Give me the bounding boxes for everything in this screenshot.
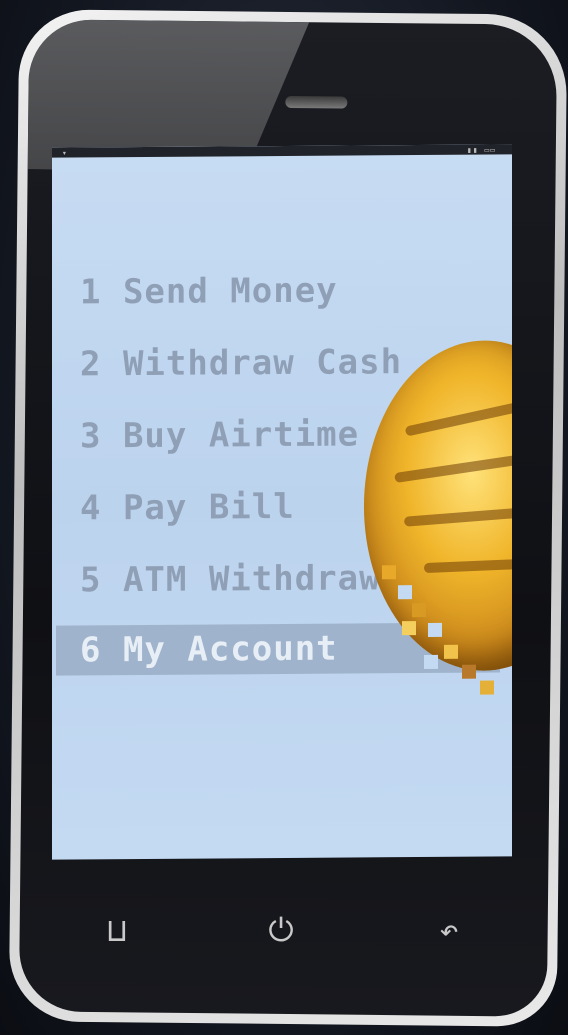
pixel-fragment <box>480 680 494 695</box>
menu-item-send-money[interactable]: 1 Send Money <box>80 266 338 318</box>
back-button[interactable]: ↶ <box>424 905 474 955</box>
menu-icon: ⊔ <box>107 911 127 949</box>
signal-icon: ▾ <box>62 148 67 158</box>
menu-item-buy-airtime[interactable]: 3 Buy Airtime <box>80 409 359 461</box>
coin-detail <box>403 504 512 527</box>
phone-screen: ▾ ▮▮ ▭▭ 1 Send Money 2 Withdraw Cash 3 B… <box>52 144 512 860</box>
pixel-fragment <box>412 602 426 618</box>
pixel-fragment <box>382 565 396 580</box>
battery-icon: ▮▮ ▭▭ <box>466 145 496 155</box>
coin-detail <box>404 394 512 437</box>
menu-item-pay-bill[interactable]: 4 Pay Bill <box>80 482 295 533</box>
status-bar: ▾ ▮▮ ▭▭ <box>52 144 512 158</box>
ussd-menu: 1 Send Money 2 Withdraw Cash 3 Buy Airti… <box>52 264 512 676</box>
pixel-fragment <box>424 654 438 670</box>
back-icon: ↶ <box>439 911 459 949</box>
pixel-fragment <box>444 644 458 659</box>
coin-detail <box>394 448 512 483</box>
pixel-fragment <box>428 622 442 637</box>
pixel-fragment <box>402 621 416 636</box>
menu-item-withdraw-cash[interactable]: 2 Withdraw Cash <box>80 337 402 389</box>
speaker-grille <box>285 95 348 109</box>
power-button[interactable]: ⏻ <box>256 905 306 955</box>
pixel-fragment <box>462 664 476 679</box>
coin-detail <box>423 558 512 574</box>
menu-button[interactable]: ⊔ <box>92 905 142 955</box>
power-icon: ⏻ <box>268 911 294 949</box>
gold-coin-image <box>364 339 512 672</box>
pixel-fragment <box>398 585 412 600</box>
